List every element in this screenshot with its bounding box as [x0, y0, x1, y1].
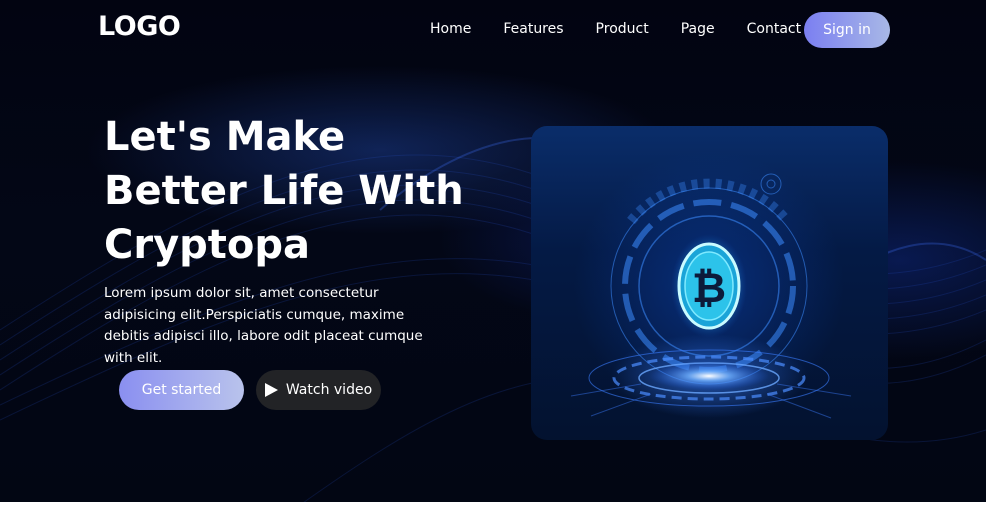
play-icon — [264, 383, 278, 397]
nav-contact-link[interactable]: Contact — [747, 21, 801, 37]
nav-home-link[interactable]: Home — [430, 21, 471, 37]
nav-features-link[interactable]: Features — [503, 21, 563, 37]
bitcoin-symbol: ₿ — [692, 263, 726, 312]
hero-title: Let's Make Better Life With Cryptopa — [104, 110, 484, 272]
nav-page-link[interactable]: Page — [681, 21, 715, 37]
nav-product-link[interactable]: Product — [596, 21, 649, 37]
sign-in-button[interactable]: Sign in — [804, 12, 890, 48]
hero-description: Lorem ipsum dolor sit, amet consectetur … — [104, 285, 423, 366]
logo[interactable]: LOGO — [98, 11, 181, 42]
hero-title-line: Better Life With — [104, 168, 464, 214]
watch-video-label: Watch video — [285, 382, 373, 398]
get-started-button[interactable]: Get started — [119, 370, 244, 410]
hero-title-line: Let's Make — [104, 114, 346, 160]
main-nav: Home Features Product Page Contact — [430, 21, 801, 37]
watch-video-button[interactable]: Watch video — [256, 370, 381, 410]
bitcoin-hologram-icon: ₿ — [570, 173, 852, 419]
bitcoin-hologram-card: ₿ — [531, 126, 888, 440]
hero-title-line: Cryptopa — [104, 222, 311, 268]
